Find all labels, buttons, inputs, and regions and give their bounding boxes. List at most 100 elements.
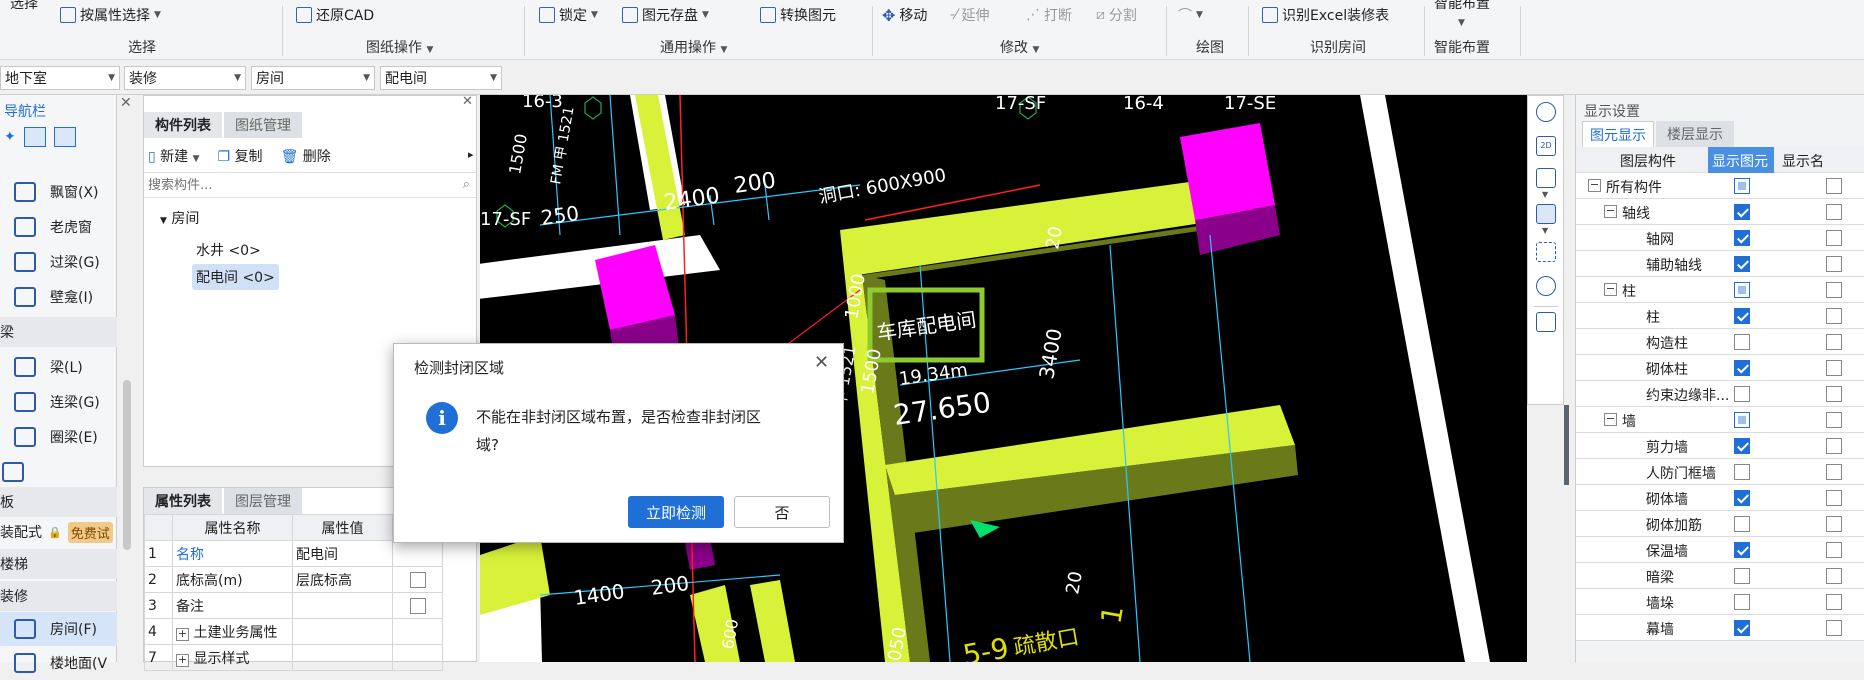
show-name-checkbox[interactable]: [1826, 334, 1842, 350]
show-name-checkbox[interactable]: [1826, 230, 1842, 246]
nav-close-icon[interactable]: ✕: [120, 95, 132, 111]
tree-root-room[interactable]: ▼ 房间: [160, 208, 199, 228]
split-button[interactable]: ⧄ 分割: [1096, 4, 1137, 26]
show-name-checkbox[interactable]: [1826, 308, 1842, 324]
table-row[interactable]: 7 + 显示样式: [144, 644, 443, 671]
collapse-icon[interactable]: −: [1604, 413, 1617, 426]
identify-excel-button[interactable]: 识别Excel装修表: [1262, 4, 1389, 26]
detect-now-button[interactable]: 立即检测: [628, 496, 724, 528]
display-row[interactable]: 约束边缘非...: [1576, 381, 1864, 407]
collapse-icon[interactable]: −: [1604, 205, 1617, 218]
table-row[interactable]: 3 备注: [144, 592, 443, 619]
display-row[interactable]: − 柱: [1576, 277, 1864, 303]
tree-item-selected[interactable]: 配电间 <0>: [192, 264, 279, 290]
nav-item-dormer[interactable]: 老虎窗: [0, 210, 117, 244]
display-row[interactable]: 保温墙: [1576, 537, 1864, 563]
ribbon-select-partial[interactable]: 选择: [10, 0, 38, 14]
expand-icon[interactable]: +: [176, 627, 189, 641]
display-row[interactable]: 墙垛: [1576, 589, 1864, 615]
property-value[interactable]: 层底标高: [292, 566, 393, 593]
show-name-checkbox[interactable]: [1826, 438, 1842, 454]
display-row[interactable]: 剪力墙: [1576, 433, 1864, 459]
nav-section-stairs[interactable]: 楼梯: [0, 549, 117, 579]
show-element-checkbox[interactable]: [1734, 386, 1750, 402]
show-name-checkbox[interactable]: [1826, 256, 1842, 272]
show-name-checkbox[interactable]: [1826, 568, 1842, 584]
nav-item-bay-window[interactable]: 飘窗(X): [0, 175, 117, 209]
view-cube-icon[interactable]: [1536, 276, 1556, 296]
show-name-checkbox[interactable]: [1826, 594, 1842, 610]
show-name-checkbox[interactable]: [1826, 412, 1842, 428]
show-element-checkbox[interactable]: [1734, 230, 1750, 246]
chevron-down-icon[interactable]: ▼: [1542, 190, 1548, 199]
break-button[interactable]: ⋰ 打断: [1026, 4, 1072, 26]
display-row[interactable]: − 所有构件: [1576, 173, 1864, 199]
show-name-header[interactable]: 显示名: [1782, 151, 1824, 171]
show-element-header[interactable]: 显示图元: [1708, 147, 1774, 173]
close-icon[interactable]: ✕: [814, 352, 829, 373]
delete-button[interactable]: 🗑 删除: [281, 146, 331, 166]
attr-checkbox[interactable]: [409, 597, 426, 614]
copy-button[interactable]: ❐ 复制: [218, 146, 263, 166]
orbit-icon[interactable]: [1536, 102, 1556, 122]
nav-item-beam[interactable]: 梁(L): [0, 350, 117, 384]
display-settings-icon[interactable]: [1536, 312, 1556, 332]
move-button[interactable]: ✥ 移动: [882, 4, 927, 26]
show-element-checkbox[interactable]: [1734, 620, 1750, 636]
nav-item-room[interactable]: 房间(F): [0, 612, 117, 646]
show-element-checkbox[interactable]: [1734, 568, 1750, 584]
3d-box-icon[interactable]: [1536, 168, 1556, 188]
fit-view-icon[interactable]: [1536, 242, 1556, 262]
display-row[interactable]: 辅助轴线: [1576, 251, 1864, 277]
tab-property-list[interactable]: 属性列表: [144, 488, 222, 514]
table-row[interactable]: 2 底标高(m) 层底标高: [144, 566, 443, 593]
show-element-checkbox[interactable]: [1734, 308, 1750, 324]
show-element-checkbox[interactable]: [1734, 282, 1750, 298]
show-element-checkbox[interactable]: [1734, 542, 1750, 558]
show-name-checkbox[interactable]: [1826, 282, 1842, 298]
close-icon[interactable]: ✕: [462, 94, 473, 109]
convert-element-button[interactable]: 转换图元: [760, 4, 836, 26]
tab-element-display[interactable]: 图元显示: [1582, 121, 1654, 147]
tree-item[interactable]: 水井 <0>: [192, 238, 265, 262]
expand-icon[interactable]: +: [176, 653, 189, 667]
attr-checkbox[interactable]: [409, 571, 426, 588]
collapse-icon[interactable]: ▼: [160, 216, 167, 226]
display-row[interactable]: − 墙: [1576, 407, 1864, 433]
show-name-checkbox[interactable]: [1826, 516, 1842, 532]
nav-section-beam[interactable]: 梁: [0, 317, 117, 347]
search-icon[interactable]: ⌕: [463, 177, 470, 192]
extend-button[interactable]: -⁄ 延伸: [950, 4, 989, 26]
show-element-checkbox[interactable]: [1734, 464, 1750, 480]
show-element-checkbox[interactable]: [1734, 204, 1750, 220]
nav-item-ring-beam[interactable]: 圈梁(E): [0, 420, 117, 454]
display-row[interactable]: 人防门框墙: [1576, 459, 1864, 485]
collapse-icon[interactable]: −: [1604, 283, 1617, 296]
display-row[interactable]: 暗梁: [1576, 563, 1864, 589]
show-element-checkbox[interactable]: [1734, 178, 1750, 194]
show-name-checkbox[interactable]: [1826, 386, 1842, 402]
splitter-handle[interactable]: [1564, 405, 1569, 485]
2d-view-icon[interactable]: 2D: [1536, 136, 1556, 156]
smart-place-dropdown[interactable]: ▼: [1458, 12, 1465, 34]
select-by-attribute-button[interactable]: 按属性选择 ▼: [60, 4, 161, 26]
nav-item-prefab[interactable]: 装配式 🔒 免费试: [0, 515, 117, 549]
show-name-checkbox[interactable]: [1826, 620, 1842, 636]
group-common-ops-label[interactable]: 通用操作 ▼: [660, 37, 727, 57]
show-element-checkbox[interactable]: [1734, 412, 1750, 428]
property-value[interactable]: 配电间: [292, 540, 393, 567]
show-name-checkbox[interactable]: [1826, 542, 1842, 558]
save-element-button[interactable]: 图元存盘 ▼: [622, 4, 709, 26]
show-name-checkbox[interactable]: [1826, 464, 1842, 480]
show-name-checkbox[interactable]: [1826, 178, 1842, 194]
group-modify-label[interactable]: 修改 ▼: [1000, 37, 1039, 57]
component-select[interactable]: 配电间 ▼: [380, 66, 502, 90]
nav-item-lintel[interactable]: 过梁(G): [0, 245, 117, 279]
new-button[interactable]: ▯ 新建 ▼: [148, 146, 200, 166]
no-button[interactable]: 否: [734, 496, 830, 528]
show-name-checkbox[interactable]: [1826, 490, 1842, 506]
nav-item-floor[interactable]: 楼地面(V: [0, 646, 117, 680]
property-group[interactable]: + 显示样式: [172, 644, 293, 671]
floor-select[interactable]: 地下室 ▼: [0, 66, 120, 90]
tab-layer-management[interactable]: 图层管理: [224, 488, 302, 514]
